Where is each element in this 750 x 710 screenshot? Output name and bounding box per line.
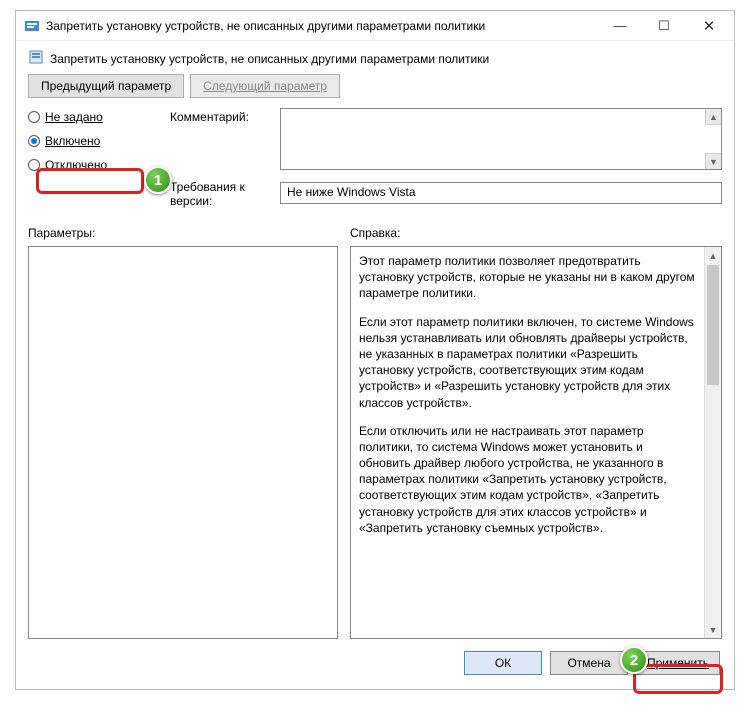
help-panel: Этот параметр политики позволяет предотв…: [350, 246, 722, 639]
scroll-down-icon[interactable]: ▼: [705, 153, 721, 169]
prev-setting-button[interactable]: Предыдущий параметр: [28, 74, 184, 98]
minimize-button[interactable]: —: [598, 12, 642, 40]
options-panel: [28, 246, 338, 639]
policy-editor-window: Запретить установку устройств, не описан…: [15, 10, 735, 690]
nav-row: Предыдущий параметр Следующий параметр: [16, 74, 734, 108]
dialog-footer: ОК Отмена Применить: [16, 639, 734, 689]
radio-disabled[interactable]: Отключено: [28, 158, 156, 172]
policy-icon: [24, 18, 40, 34]
options-label: Параметры:: [28, 226, 338, 240]
subtitle-row: Запретить установку устройств, не описан…: [16, 41, 734, 74]
help-paragraph: Этот параметр политики позволяет предотв…: [359, 253, 696, 302]
help-paragraph: Если отключить или не настраивать этот п…: [359, 423, 696, 536]
help-paragraph: Если этот параметр политики включен, то …: [359, 314, 696, 411]
radio-enabled[interactable]: Включено: [28, 134, 156, 148]
close-button[interactable]: ✕: [686, 12, 732, 40]
help-scrollbar[interactable]: ▲ ▼: [704, 247, 721, 638]
help-text: Этот параметр политики позволяет предотв…: [351, 247, 704, 638]
cancel-button[interactable]: Отмена: [550, 651, 628, 675]
maximize-button[interactable]: ☐: [642, 12, 686, 40]
radio-icon: [28, 159, 40, 171]
radio-icon: [28, 111, 40, 123]
comment-textarea[interactable]: ▲ ▼: [280, 108, 722, 170]
state-radio-group: Не задано Включено Отключено: [28, 108, 156, 208]
window-title: Запретить установку устройств, не описан…: [46, 19, 598, 33]
scroll-up-icon[interactable]: ▲: [705, 109, 721, 125]
comment-label: Комментарий:: [170, 108, 270, 124]
subtitle-text: Запретить установку устройств, не описан…: [50, 52, 489, 66]
next-setting-button: Следующий параметр: [190, 74, 340, 98]
scroll-thumb[interactable]: [707, 265, 719, 385]
requirements-label: Требования к версии:: [170, 178, 270, 208]
radio-icon: [28, 135, 40, 147]
requirements-field: Не ниже Windows Vista: [280, 182, 722, 204]
apply-button[interactable]: Применить: [636, 651, 720, 675]
ok-button[interactable]: ОК: [464, 651, 542, 675]
radio-not-configured[interactable]: Не задано: [28, 110, 156, 124]
titlebar: Запретить установку устройств, не описан…: [16, 11, 734, 41]
help-label: Справка:: [350, 226, 722, 240]
scroll-down-icon[interactable]: ▼: [705, 621, 721, 638]
policy-item-icon: [28, 49, 44, 68]
scroll-up-icon[interactable]: ▲: [705, 247, 721, 264]
